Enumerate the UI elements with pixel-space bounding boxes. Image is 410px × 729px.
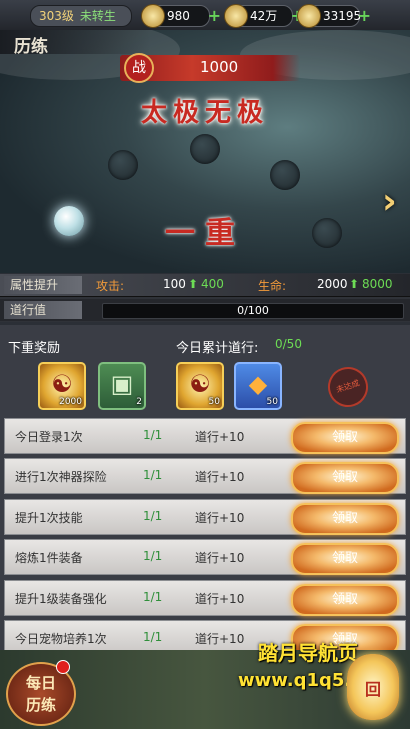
resource-bar: 303级未转生 980 + 42万 + 33195 + bbox=[0, 0, 410, 31]
reward-item[interactable]: ☯ 2000 bbox=[38, 362, 86, 410]
task-row: 进行1次神器探险 1/1 道行+10 领取 bbox=[4, 458, 406, 494]
combat-icon: 战 bbox=[124, 53, 154, 83]
next-realm-arrow-icon[interactable]: › bbox=[382, 182, 404, 222]
task-reward: 道行+10 bbox=[195, 430, 245, 444]
stage-orb[interactable] bbox=[108, 150, 138, 180]
reward-count: 2 bbox=[136, 397, 142, 407]
task-row: 熔炼1件装备 1/1 道行+10 领取 bbox=[4, 539, 406, 575]
gold-talisman-icon: ☯ bbox=[51, 370, 73, 398]
reward-item[interactable]: ◆ 50 bbox=[234, 362, 282, 410]
coin-icon bbox=[141, 4, 165, 28]
reward-count: 2000 bbox=[59, 397, 82, 407]
task-progress: 1/1 bbox=[143, 509, 163, 523]
task-reward: 道行+10 bbox=[195, 470, 245, 484]
ingot-icon bbox=[224, 4, 248, 28]
watermark-text: 踏月导航页 bbox=[258, 641, 358, 665]
copper-value: 33195 bbox=[323, 9, 362, 23]
dao-progress-bar: 0/100 bbox=[102, 303, 404, 319]
hp-up-icon: ⬆ bbox=[349, 277, 360, 291]
trial-scene: 历练 战 1000 太极无极 一重 › bbox=[0, 30, 410, 273]
daily-trial-label: 历练 bbox=[25, 696, 56, 714]
task-reward: 道行+10 bbox=[195, 592, 245, 606]
task-progress: 1/1 bbox=[143, 428, 163, 442]
jade-chest-icon: ▣ bbox=[110, 370, 134, 398]
level-badge: 303级 未转生 bbox=[30, 5, 132, 27]
resource-coin: 980 + bbox=[141, 4, 221, 28]
reward-count: 50 bbox=[266, 397, 278, 407]
claim-button[interactable]: 领取 bbox=[291, 422, 399, 454]
resource-copper: 33195 + bbox=[297, 4, 371, 28]
amber-gem-icon: ◆ bbox=[248, 370, 268, 398]
daily-dao-title: 今日累计道行: bbox=[176, 341, 259, 356]
task-progress: 1/1 bbox=[143, 590, 163, 604]
daily-dao-progress: 0/50 bbox=[275, 337, 302, 351]
task-progress: 1/1 bbox=[143, 630, 163, 644]
task-name: 提升1次技能 bbox=[15, 511, 83, 525]
notification-dot bbox=[56, 660, 70, 674]
combat-power-value: 1000 bbox=[200, 58, 239, 76]
hp-label: 生命: bbox=[258, 279, 287, 293]
stage-orb[interactable] bbox=[270, 160, 300, 190]
level-text: 303级 bbox=[39, 9, 74, 23]
attribute-row: 属性提升 攻击: 100 ⬆ 400 生命: 2000 ⬆ 8000 bbox=[0, 274, 410, 297]
attack-label: 攻击: bbox=[96, 279, 125, 293]
task-reward: 道行+10 bbox=[195, 632, 245, 646]
reward-item[interactable]: ▣ 2 bbox=[98, 362, 146, 410]
dao-progress-text: 0/100 bbox=[237, 304, 269, 317]
dao-label: 道行值 bbox=[4, 301, 82, 319]
attack-up-icon: ⬆ bbox=[188, 277, 199, 291]
copper-coin-icon bbox=[297, 4, 321, 28]
gold-talisman-icon: ☯ bbox=[189, 370, 211, 398]
dao-row: 道行值 0/100 bbox=[0, 299, 410, 321]
task-name: 熔炼1件装备 bbox=[15, 551, 83, 565]
attack-up-value: 400 bbox=[201, 277, 224, 291]
task-name: 提升1级装备强化 bbox=[15, 592, 107, 606]
attribute-label: 属性提升 bbox=[4, 276, 82, 294]
reward-item[interactable]: ☯ 50 bbox=[176, 362, 224, 410]
resource-ingot: 42万 + bbox=[224, 4, 304, 28]
task-progress: 1/1 bbox=[143, 468, 163, 482]
lantern-label: 回 bbox=[364, 680, 381, 699]
stage-name: 一重 bbox=[165, 216, 245, 251]
task-reward: 道行+10 bbox=[195, 551, 245, 565]
task-progress: 1/1 bbox=[143, 549, 163, 563]
claim-button[interactable]: 领取 bbox=[291, 462, 399, 494]
stage-orb[interactable] bbox=[190, 134, 220, 164]
task-name: 进行1次神器探险 bbox=[15, 470, 107, 484]
hp-up-value: 8000 bbox=[362, 277, 393, 291]
ingot-value: 42万 bbox=[250, 9, 278, 23]
hp-value: 2000 bbox=[317, 277, 348, 291]
attribute-panel: 属性提升 攻击: 100 ⬆ 400 生命: 2000 ⬆ 8000 道行值 0… bbox=[0, 274, 410, 322]
claim-button[interactable]: 领取 bbox=[291, 503, 399, 535]
add-copper-button[interactable]: + bbox=[358, 7, 371, 25]
task-name: 今日登录1次 bbox=[15, 430, 83, 444]
daily-trial-label: 每日 bbox=[25, 674, 56, 692]
rebirth-text: 未转生 bbox=[79, 9, 116, 23]
task-row: 提升1级装备强化 1/1 道行+10 领取 bbox=[4, 580, 406, 616]
task-name: 今日宠物培养1次 bbox=[15, 632, 107, 646]
claim-button[interactable]: 领取 bbox=[291, 584, 399, 616]
task-row: 提升1次技能 1/1 道行+10 领取 bbox=[4, 499, 406, 535]
coin-value: 980 bbox=[167, 9, 190, 23]
add-coin-button[interactable]: + bbox=[208, 7, 221, 25]
task-row: 今日登录1次 1/1 道行+10 领取 bbox=[4, 418, 406, 454]
claim-button[interactable]: 领取 bbox=[291, 543, 399, 575]
page-title: 历练 bbox=[14, 37, 48, 57]
page-header: 历练 bbox=[0, 30, 150, 57]
task-reward: 道行+10 bbox=[195, 511, 245, 525]
attack-value: 100 bbox=[163, 277, 186, 291]
not-achieved-stamp: 未达成 bbox=[322, 361, 374, 413]
next-reward-title: 下重奖励 bbox=[8, 341, 61, 356]
return-lantern-button[interactable]: 回 bbox=[347, 654, 399, 720]
reward-count: 50 bbox=[208, 397, 220, 407]
combat-power: 战 1000 bbox=[120, 53, 300, 83]
realm-title: 太极无极 bbox=[140, 98, 269, 128]
